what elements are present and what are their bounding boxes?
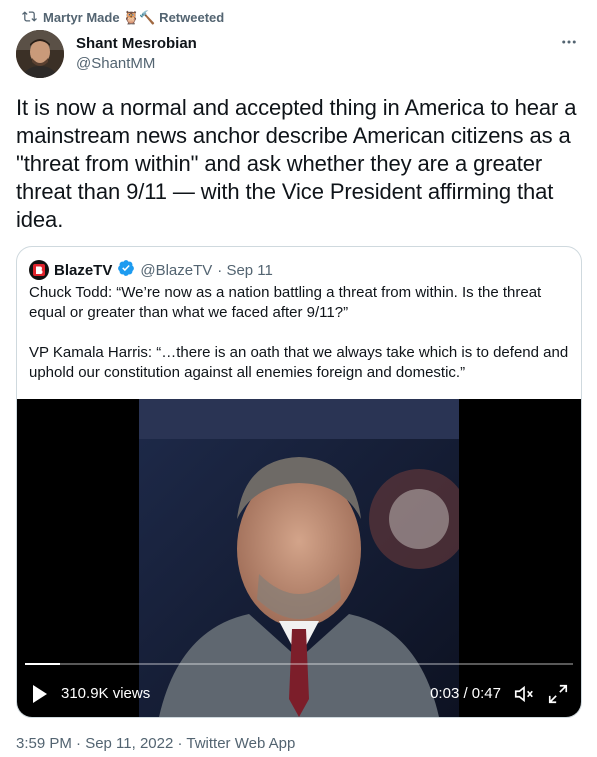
tweet-timestamp[interactable]: 3:59 PM · Sep 11, 2022 · Twitter Web App	[16, 735, 295, 752]
video-thumbnail	[139, 399, 459, 717]
retweet-icon	[22, 9, 37, 27]
play-button[interactable]	[31, 684, 49, 704]
mute-button[interactable]	[513, 683, 535, 705]
quote-date[interactable]: · Sep 11	[217, 262, 273, 279]
tweet-text: It is now a normal and accepted thing in…	[16, 95, 577, 232]
retweet-label: Martyr Made 🦉🔨 Retweeted	[43, 10, 225, 25]
quote-header: BlazeTV @BlazeTV · Sep 11	[29, 259, 273, 281]
more-options-button[interactable]	[557, 30, 581, 54]
avatar[interactable]	[16, 30, 64, 78]
play-icon	[33, 685, 47, 703]
view-count: 310.9K views	[61, 685, 151, 702]
quote-author-handle[interactable]: @BlazeTV	[140, 262, 212, 279]
video-time: 0:03 / 0:47	[430, 685, 501, 702]
quote-text: Chuck Todd: “We’re now as a nation battl…	[29, 284, 569, 381]
quoted-tweet[interactable]: BlazeTV @BlazeTV · Sep 11 Chuck Todd: “W…	[16, 246, 582, 718]
blazetv-logo-icon	[29, 260, 49, 280]
more-icon	[562, 40, 576, 44]
fullscreen-icon	[548, 684, 568, 704]
video-progress-fill	[25, 663, 61, 665]
video-player[interactable]: 310.9K views 0:03 / 0:47	[17, 399, 581, 717]
quote-author-name[interactable]: BlazeTV	[54, 262, 112, 279]
retweet-indicator[interactable]: Martyr Made 🦉🔨 Retweeted	[22, 9, 224, 27]
verified-badge-icon	[117, 259, 135, 281]
video-progress-bar[interactable]	[25, 663, 573, 665]
fullscreen-button[interactable]	[547, 683, 569, 705]
muted-speaker-icon	[514, 685, 533, 703]
video-controls: 310.9K views 0:03 / 0:47	[17, 679, 581, 709]
author-name[interactable]: Shant Mesrobian	[76, 35, 197, 52]
author-handle[interactable]: @ShantMM	[76, 55, 155, 72]
